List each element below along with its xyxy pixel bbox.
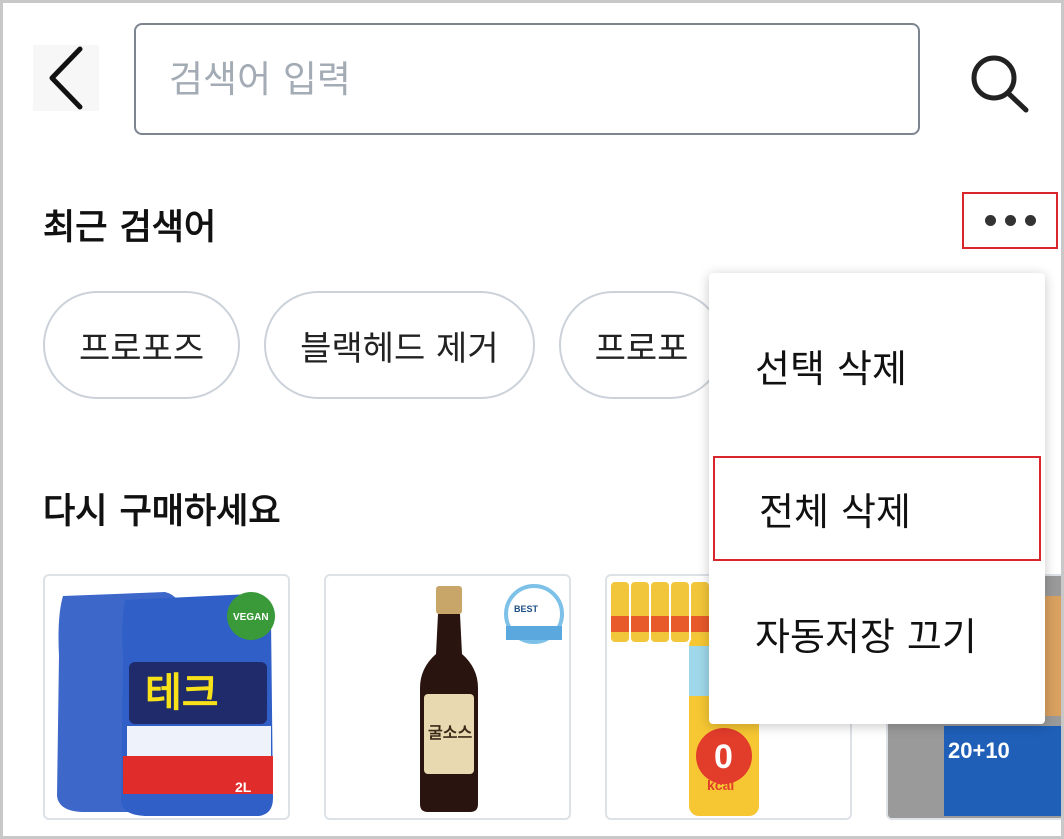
more-dot (1024, 215, 1036, 226)
more-dot (1004, 215, 1016, 226)
product-label: 굴소스 (428, 724, 472, 742)
recent-search-chips: 프로포즈 블랙헤드 제거 프로포 (43, 291, 725, 399)
product-image-oyster-sauce: 굴소스 BEST (420, 584, 564, 812)
volume-label: 2L (235, 779, 252, 795)
more-options-button[interactable] (962, 192, 1058, 249)
product-card[interactable]: 굴소스 BEST (324, 574, 571, 820)
search-input[interactable] (136, 25, 918, 133)
menu-item-delete-all[interactable]: 전체 삭제 (713, 456, 1041, 561)
menu-item-turn-off-autosave[interactable]: 자동저장 끄기 (709, 581, 1045, 686)
magnifier-icon (971, 55, 1029, 113)
chevron-left-icon (49, 46, 83, 110)
recent-search-chip[interactable]: 블랙헤드 제거 (264, 291, 535, 399)
vegan-badge: VEGAN (233, 612, 269, 623)
brand-logo: 테크 (145, 671, 219, 715)
kcal-label: kcal (707, 777, 734, 793)
product-card[interactable]: 테크 VEGAN 2L (43, 574, 290, 820)
zero-kcal-label: 0 (714, 738, 733, 776)
recent-search-chip[interactable]: 프로포즈 (43, 291, 241, 399)
rebuy-section-title: 다시 구매하세요 (43, 492, 281, 532)
best-awards-badge: BEST (514, 604, 539, 614)
more-dots-icon (984, 215, 996, 226)
search-button[interactable] (966, 53, 1032, 113)
back-button[interactable] (33, 45, 99, 111)
recent-search-chip[interactable]: 프로포 (558, 291, 725, 399)
app-frame: 최근 검색어 프로포즈 블랙헤드 제거 프로포 다시 구매하세요 테크 VEGA… (0, 0, 1064, 839)
search-box[interactable] (134, 23, 920, 135)
recent-searches-title: 최근 검색어 (43, 208, 217, 248)
product-image-detergent: 테크 VEGAN 2L (57, 592, 275, 816)
options-menu: 선택 삭제 전체 삭제 자동저장 끄기 (709, 273, 1045, 724)
menu-item-delete-selected[interactable]: 선택 삭제 (709, 313, 1045, 418)
bonus-label: 20+10 (948, 738, 1010, 763)
